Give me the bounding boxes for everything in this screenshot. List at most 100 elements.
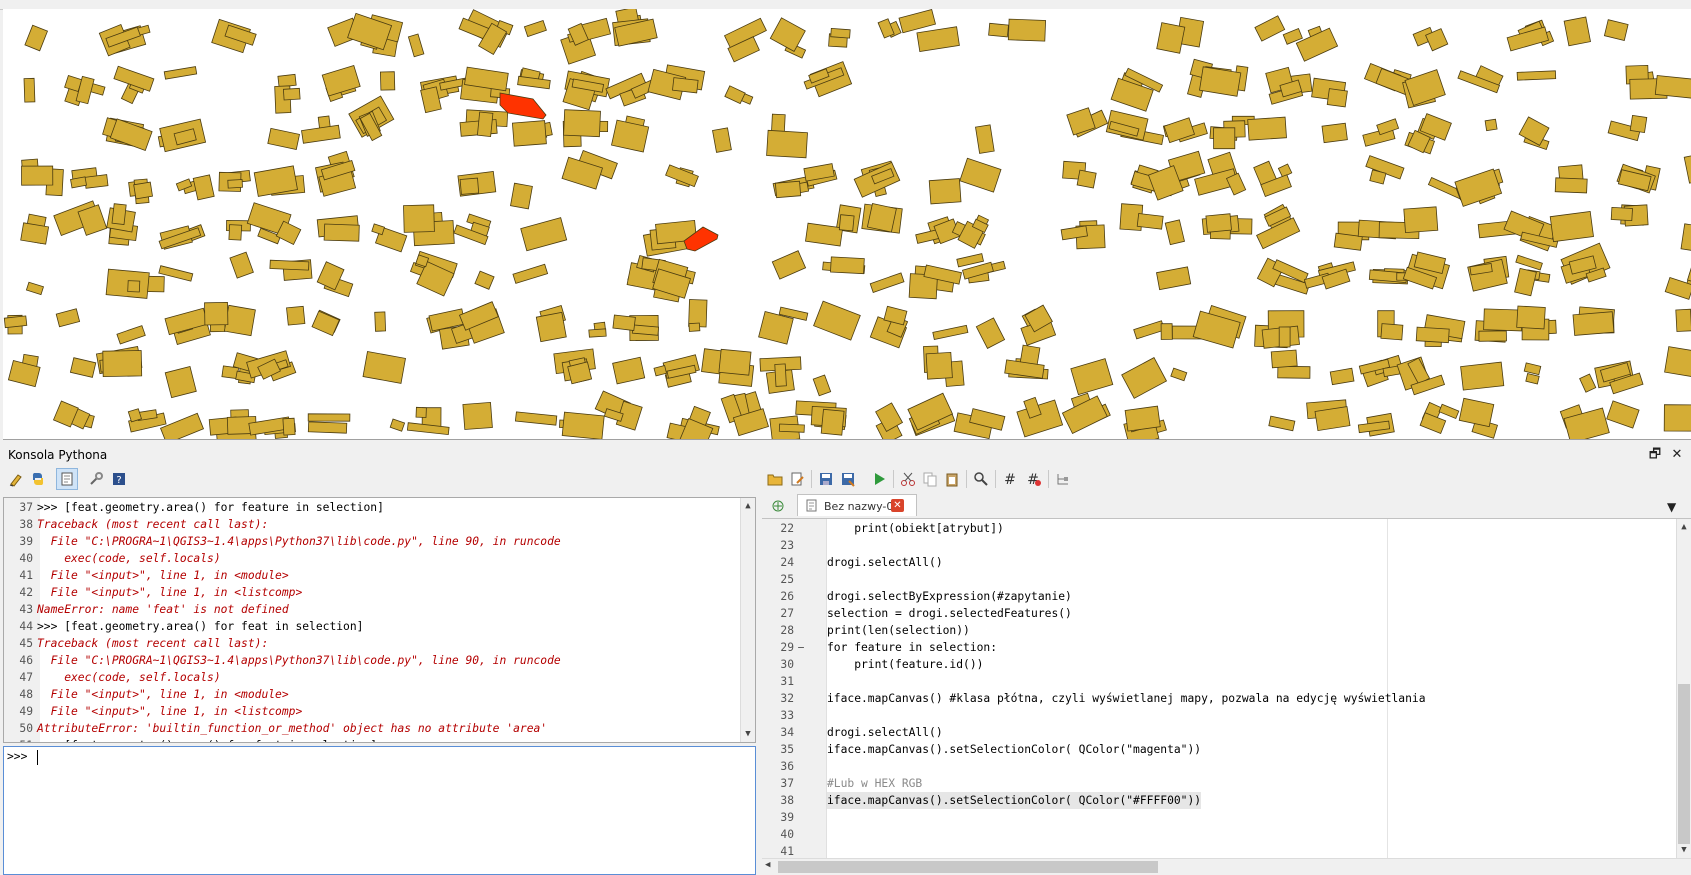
close-tab-icon[interactable]: ✕ bbox=[891, 499, 904, 512]
building-feature[interactable] bbox=[1322, 123, 1347, 143]
building-feature[interactable] bbox=[1200, 67, 1241, 97]
building-feature[interactable] bbox=[375, 312, 386, 331]
save-icon[interactable] bbox=[815, 468, 837, 490]
building-feature[interactable] bbox=[1416, 327, 1449, 343]
scroll-up-icon[interactable]: ▲ bbox=[1677, 520, 1691, 534]
building-feature[interactable] bbox=[767, 130, 808, 158]
tab-bez-nazwy[interactable]: Bez nazwy-0 ✕ bbox=[797, 494, 917, 516]
building-feature[interactable] bbox=[372, 224, 385, 235]
building-feature[interactable] bbox=[513, 264, 548, 283]
building-feature[interactable] bbox=[689, 323, 700, 332]
building-feature[interactable] bbox=[278, 74, 296, 87]
scroll-down-icon[interactable]: ▼ bbox=[1677, 843, 1691, 857]
building-feature[interactable] bbox=[1684, 155, 1691, 184]
scroll-left-icon[interactable]: ◀ bbox=[765, 860, 770, 870]
building-feature[interactable] bbox=[775, 181, 800, 198]
building-feature[interactable] bbox=[56, 309, 79, 327]
map-features[interactable] bbox=[3, 9, 1691, 439]
building-feature[interactable] bbox=[512, 121, 546, 147]
fold-toggle-icon[interactable]: − bbox=[794, 639, 808, 656]
building-feature[interactable] bbox=[70, 358, 95, 378]
building-feature[interactable] bbox=[1479, 331, 1507, 342]
building-feature[interactable] bbox=[867, 204, 896, 233]
building-feature[interactable] bbox=[814, 301, 861, 340]
building-feature[interactable] bbox=[1381, 324, 1403, 340]
building-feature[interactable] bbox=[21, 223, 49, 244]
building-feature[interactable] bbox=[1688, 257, 1691, 284]
building-feature[interactable] bbox=[518, 76, 551, 89]
building-feature[interactable] bbox=[613, 315, 636, 331]
building-feature[interactable] bbox=[870, 273, 904, 293]
building-feature[interactable] bbox=[1604, 20, 1628, 41]
building-feature[interactable] bbox=[713, 128, 732, 153]
building-feature[interactable] bbox=[1279, 327, 1290, 347]
building-feature[interactable] bbox=[1524, 363, 1541, 375]
run-script-icon[interactable] bbox=[868, 468, 890, 490]
editor-hscroll-thumb[interactable] bbox=[778, 861, 1158, 873]
building-feature[interactable] bbox=[1665, 347, 1691, 379]
cut-icon[interactable] bbox=[897, 468, 919, 490]
building-feature[interactable] bbox=[1611, 207, 1632, 220]
building-feature[interactable] bbox=[1580, 374, 1596, 392]
building-feature[interactable] bbox=[562, 412, 604, 439]
building-feature[interactable] bbox=[1327, 89, 1347, 107]
building-feature[interactable] bbox=[312, 311, 339, 336]
building-feature[interactable] bbox=[1515, 268, 1537, 295]
building-feature[interactable] bbox=[899, 10, 936, 33]
uncomment-icon[interactable]: # bbox=[1023, 468, 1045, 490]
building-feature[interactable] bbox=[268, 128, 300, 149]
building-feature[interactable] bbox=[1017, 400, 1063, 437]
building-feature[interactable] bbox=[511, 183, 533, 209]
building-feature[interactable] bbox=[270, 260, 309, 270]
building-feature[interactable] bbox=[128, 281, 140, 292]
building-feature[interactable] bbox=[1122, 358, 1167, 399]
building-feature[interactable] bbox=[1439, 404, 1459, 418]
building-feature[interactable] bbox=[110, 119, 152, 151]
building-feature[interactable] bbox=[228, 180, 243, 189]
building-feature[interactable] bbox=[25, 25, 48, 51]
building-feature[interactable] bbox=[1664, 405, 1691, 432]
building-feature[interactable] bbox=[1071, 359, 1113, 395]
building-feature[interactable] bbox=[1077, 170, 1096, 188]
building-feature[interactable] bbox=[22, 166, 53, 185]
building-feature[interactable] bbox=[1655, 76, 1691, 99]
building-feature[interactable] bbox=[193, 175, 214, 200]
console-output-scrollbar[interactable]: ▲ ▼ bbox=[740, 498, 755, 742]
building-feature[interactable] bbox=[989, 23, 1009, 37]
editor-scroll-thumb[interactable] bbox=[1678, 684, 1690, 844]
building-feature[interactable] bbox=[1255, 16, 1285, 41]
close-dock-icon[interactable]: ✕ bbox=[1669, 447, 1685, 463]
building-feature[interactable] bbox=[673, 78, 699, 93]
building-feature[interactable] bbox=[821, 409, 844, 435]
building-feature[interactable] bbox=[960, 158, 1001, 192]
building-feature[interactable] bbox=[161, 413, 204, 439]
building-feature[interactable] bbox=[917, 27, 960, 52]
console-input[interactable]: >>> bbox=[3, 746, 756, 875]
clear-console-icon[interactable] bbox=[5, 468, 27, 490]
building-feature[interactable] bbox=[654, 366, 667, 376]
building-feature[interactable] bbox=[1161, 324, 1172, 340]
building-feature[interactable] bbox=[831, 28, 851, 38]
building-feature[interactable] bbox=[24, 78, 35, 102]
building-feature[interactable] bbox=[302, 125, 341, 143]
show-editor-icon[interactable] bbox=[56, 468, 78, 490]
building-feature[interactable] bbox=[404, 205, 435, 233]
building-feature[interactable] bbox=[463, 402, 493, 429]
scroll-up-icon[interactable]: ▲ bbox=[741, 499, 755, 513]
building-feature[interactable] bbox=[926, 352, 952, 379]
building-feature[interactable] bbox=[1165, 220, 1184, 245]
building-feature[interactable] bbox=[976, 318, 1004, 349]
building-feature[interactable] bbox=[1485, 119, 1497, 131]
building-feature[interactable] bbox=[957, 254, 984, 267]
building-feature[interactable] bbox=[224, 305, 255, 335]
building-feature[interactable] bbox=[416, 407, 426, 417]
building-feature[interactable] bbox=[134, 182, 153, 199]
building-feature[interactable] bbox=[779, 424, 804, 432]
building-feature[interactable] bbox=[308, 414, 350, 421]
building-feature[interactable] bbox=[1555, 178, 1587, 193]
options-icon[interactable] bbox=[85, 468, 107, 490]
building-feature[interactable] bbox=[1573, 312, 1614, 336]
building-feature[interactable] bbox=[324, 224, 359, 241]
building-feature[interactable] bbox=[521, 218, 567, 251]
building-feature[interactable] bbox=[475, 271, 494, 289]
